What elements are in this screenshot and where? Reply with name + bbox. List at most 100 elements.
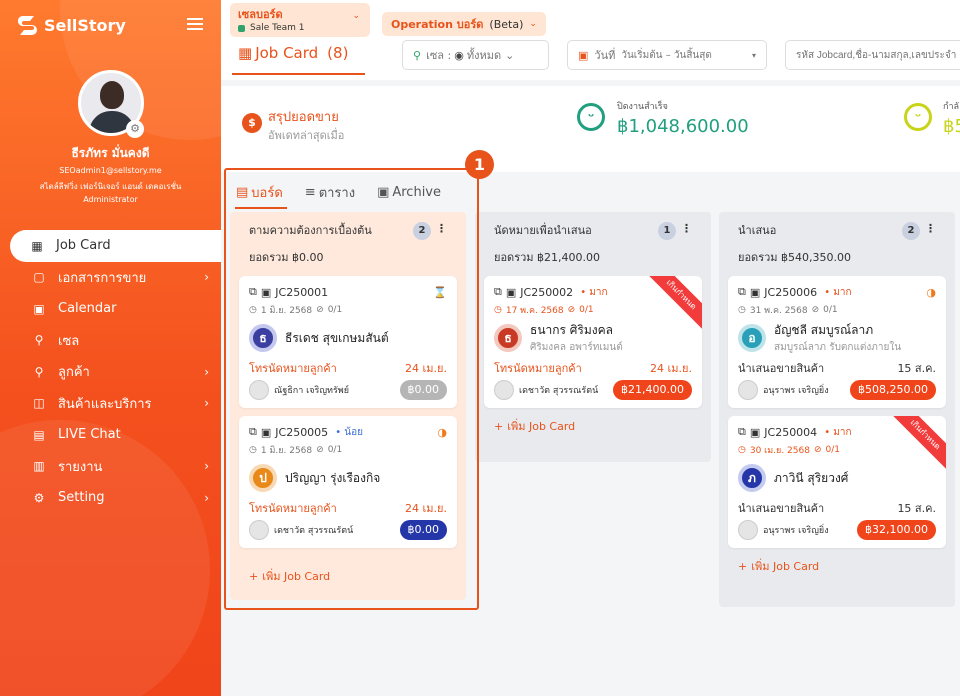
add-job-card-button[interactable]: + เพิ่ม Job Card [728, 552, 946, 580]
job-card[interactable]: เกินกำหนด ⧉ ▣ JC250002 • มาก ◷ 17 พ.ค. 256… [484, 276, 702, 408]
brand-logo[interactable]: SellStory [18, 14, 126, 36]
user-role: Administrator [83, 195, 138, 204]
team-name: Sale Team 1 [238, 23, 362, 33]
customer-name: ธนากร ศิริมงคล [530, 323, 614, 337]
check-icon: ⊘ [567, 305, 576, 315]
priority-label: • มาก [580, 286, 608, 298]
copy-icon[interactable]: ⧉ [738, 425, 746, 439]
column-header: นัดหมายเพื่อนำเสนอ 1 ⋮ [484, 212, 702, 248]
date-filter[interactable]: ▣ วันที่ วันเริ่มต้น – วันสิ้นสุด ▾ [567, 40, 767, 70]
add-label: เพิ่ม Job Card [507, 420, 576, 433]
copy-icon[interactable]: ⧉ [738, 285, 746, 299]
stage-name: นำเสนอขายสินค้า [738, 362, 825, 375]
stage-date: 15 ส.ค. [897, 502, 936, 515]
chat-icon: ▤ [33, 427, 45, 442]
chevron-down-icon: ⌄ [352, 11, 360, 21]
job-card[interactable]: เกินกำหนด ⧉ ▣ JC250004 • มาก ◷ 30 เม.ย. 25… [728, 416, 946, 548]
top-bar: เซลบอร์ด Sale Team 1 ⌄ Operation บอร์ด (… [221, 0, 960, 80]
sidebar: SellStory ⚙ ธีรภัทร มั่นคงดี SEOadmin1@s… [0, 0, 221, 696]
plus-icon: + [738, 559, 748, 573]
amount-badge: ฿21,400.00 [613, 380, 692, 400]
half-circle-icon: ◑ [926, 285, 936, 299]
operation-board-selector[interactable]: Operation บอร์ด (Beta) ⌄ [382, 12, 546, 36]
job-code: JC250006 [764, 285, 818, 299]
task-progress: 0/1 [579, 305, 594, 315]
sale-filter-value: ทั้งหมด [466, 49, 502, 62]
card-meta: ◷ 30 เม.ย. 2568 ⊘ 0/1 [738, 441, 936, 459]
box-icon: ▣ [749, 285, 761, 299]
sidebar-item-reports[interactable]: ▥ รายงาน › [0, 451, 221, 483]
add-job-card-button[interactable]: + เพิ่ม Job Card [484, 412, 702, 440]
amount-badge: ฿32,100.00 [857, 520, 936, 540]
job-card-count: (8) [327, 44, 349, 62]
sidebar-item-sales-documents[interactable]: ▢ เอกสารการขาย › [0, 262, 221, 294]
owner-row: อนุราพร เจริญยิ่ง ฿508,250.00 [738, 379, 936, 401]
clock-icon: ◷ [738, 445, 746, 455]
sidebar-item-setting[interactable]: ⚙ Setting › [0, 482, 221, 514]
customer-avatar: ธ [494, 324, 522, 352]
amount-badge: ฿508,250.00 [850, 380, 936, 400]
sidebar-item-live-chat[interactable]: ▤ LIVE Chat [0, 419, 221, 451]
annotation-badge: 1 [465, 150, 494, 179]
avatar-settings-icon[interactable]: ⚙ [126, 120, 144, 138]
job-card[interactable]: ⧉ ▣ JC250006 • มาก ◑ ◷ 31 พ.ค. 2568 ⊘ 0/1 อ … [728, 276, 946, 408]
document-icon: ▢ [33, 270, 45, 285]
summary-title: สรุปยอดขาย [268, 110, 339, 125]
owner-row: อนุราพร เจริญยิ่ง ฿32,100.00 [738, 519, 936, 541]
nav-label: Setting [58, 490, 105, 506]
sidebar-item-calendar[interactable]: ▣ Calendar [0, 293, 221, 325]
box-icon: ▣ [505, 285, 517, 299]
chevron-right-icon: › [204, 490, 209, 505]
smile-icon: ᵕ [577, 103, 605, 131]
customer-avatar: ภ [738, 464, 766, 492]
search-input[interactable] [785, 40, 960, 70]
sale-filter-label: เซล : [426, 49, 452, 62]
owner-name: อนุราพร เจริญยิ่ง [763, 386, 829, 396]
kpi-progress-value: ฿5 [943, 116, 960, 137]
sidebar-item-products[interactable]: ◫ สินค้าและบริการ › [0, 388, 221, 420]
priority-label: • มาก [824, 426, 852, 438]
column-total: ยอดรวม ฿21,400.00 [494, 251, 601, 264]
menu-toggle-icon[interactable] [187, 18, 203, 30]
owner: อนุราพร เจริญยิ่ง [738, 380, 829, 400]
kpi-progress-label: กำลั [943, 102, 960, 112]
plus-icon: + [494, 419, 504, 433]
calendar-icon: ▣ [578, 48, 589, 62]
main-area: เซลบอร์ด Sale Team 1 ⌄ Operation บอร์ด (… [221, 0, 960, 696]
customer-company: สมบูรณ์ลาภ รับตกแต่งภายใน [774, 342, 902, 353]
stage-name: โทรนัดหมายลูกค้า [494, 362, 582, 375]
sale-filter[interactable]: ⚲ เซล : ◉ ทั้งหมด ⌄ [402, 40, 549, 70]
team-selector[interactable]: เซลบอร์ด Sale Team 1 ⌄ [230, 3, 370, 37]
customer-avatar: อ [738, 324, 766, 352]
check-icon: ⊘ [811, 305, 820, 315]
column-title: นัดหมายเพื่อนำเสนอ [494, 224, 592, 237]
board-label: เซลบอร์ด [238, 8, 283, 21]
user-company: สไตล์ลีฟวิ่ง เฟอร์นิเจอร์ แอนด์ เดคอเรชั… [39, 182, 182, 191]
chevron-down-icon: ⌄ [505, 48, 515, 62]
sidebar-item-job-card[interactable]: ▦ Job Card [10, 230, 221, 262]
box-icon: ▣ [749, 425, 761, 439]
owner: อนุราพร เจริญยิ่ง [738, 520, 829, 540]
sellstory-logo-icon [18, 16, 37, 35]
due-date: 30 เม.ย. 2568 [749, 446, 810, 456]
chevron-right-icon: › [204, 459, 209, 474]
brand-name: SellStory [44, 15, 126, 35]
column-title: นำเสนอ [738, 224, 777, 237]
stage-row: นำเสนอขายสินค้า 15 ส.ค. [738, 499, 936, 515]
more-icon[interactable]: ⋮ [681, 222, 692, 235]
page-title: ▦ Job Card (8) [231, 44, 366, 75]
bag-icon: ◫ [33, 396, 45, 411]
money-icon: $ [242, 113, 262, 133]
copy-icon[interactable]: ⧉ [494, 285, 502, 299]
kpi-closed-value: ฿1,048,600.00 [617, 116, 749, 137]
kpi-closed-label: ปิดงานสำเร็จ [617, 102, 668, 112]
sidebar-item-customers[interactable]: ⚲ ลูกค้า › [0, 356, 221, 388]
nav-label: เซล [58, 333, 80, 349]
nav-label: Job Card [56, 238, 111, 254]
smile-icon: ᵕ [904, 103, 932, 131]
grid-icon: ▦ [238, 44, 253, 62]
sidebar-item-sales[interactable]: ⚲ เซล [0, 325, 221, 357]
more-icon[interactable]: ⋮ [925, 222, 936, 235]
chevron-right-icon: › [204, 364, 209, 379]
due-date: 17 พ.ค. 2568 [505, 306, 564, 316]
